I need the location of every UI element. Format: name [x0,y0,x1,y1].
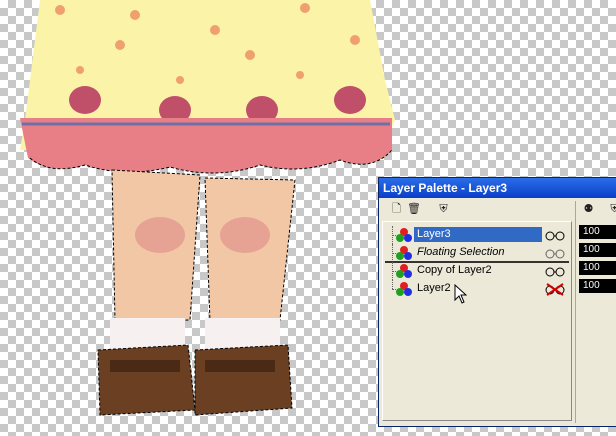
right-shoe [194,344,293,416]
layer-row-layer3[interactable]: Layer3 [385,226,569,244]
palette-toolbar: 🗋 🗑 ⛨ [382,201,572,219]
layer-palette-window[interactable]: Layer Palette - Layer3 🗋 🗑 ⛨ Layer3 Floa… [378,177,616,427]
opacity-pane: ⚉ ⛨ 100 100 100 100 [575,201,616,423]
opacity-value[interactable]: 100 [579,243,616,257]
new-layer-icon[interactable]: 🗋 [390,203,403,216]
visibility-glasses-icon[interactable] [545,228,565,242]
opacity-toolbar: ⚉ ⛨ [576,201,616,219]
right-knee [220,217,270,253]
blend-mode-icon[interactable]: ⚉ [582,203,595,216]
rgb-layer-icon [396,264,412,278]
visibility-glasses-icon[interactable] [545,246,565,260]
layer-mask-icon[interactable]: ⛨ [437,203,450,216]
layer-list-pane: 🗋 🗑 ⛨ Layer3 Floating Selection Copy of … [382,201,572,423]
hidden-layer-icon[interactable] [545,282,565,296]
opacity-value[interactable]: 100 [579,225,616,239]
left-shoe [97,344,196,416]
left-knee [135,217,185,253]
layer-name[interactable]: Floating Selection [414,245,507,260]
delete-layer-icon[interactable]: 🗑 [407,203,421,216]
layer-row-copy-of-layer2[interactable]: Copy of Layer2 [385,262,569,280]
visibility-glasses-icon[interactable] [545,264,565,278]
layer-name[interactable]: Layer3 [414,227,542,242]
rgb-layer-icon [396,282,412,296]
layer-name[interactable]: Copy of Layer2 [414,263,495,278]
layer-list: Layer3 Floating Selection Copy of Layer2… [382,221,572,421]
mouse-cursor-icon [454,284,467,304]
opacity-value[interactable]: 100 [579,279,616,293]
rgb-layer-icon [396,228,412,242]
palette-title[interactable]: Layer Palette - Layer3 [379,178,616,198]
opacity-value[interactable]: 100 [579,261,616,275]
layer-row-layer2[interactable]: Layer2 [385,280,569,298]
layer-row-floating-selection[interactable]: Floating Selection [385,244,569,262]
rgb-layer-icon [396,246,412,260]
lock-icon[interactable]: ⛨ [608,203,616,216]
layer-name[interactable]: Layer2 [414,281,454,296]
dress-hem [20,118,392,174]
